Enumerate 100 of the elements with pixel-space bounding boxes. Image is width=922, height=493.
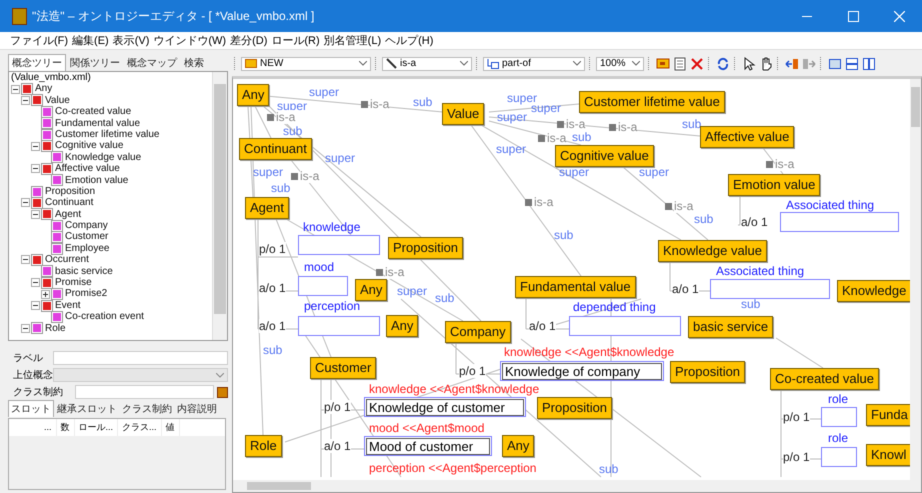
concept-node[interactable]: Cognitive value xyxy=(555,145,654,167)
field-label: 上位概念 xyxy=(13,368,53,382)
tab[interactable]: スロット xyxy=(8,400,54,417)
link-label: sub xyxy=(682,117,702,131)
tree-item[interactable]: Event xyxy=(55,300,81,312)
tree-item[interactable]: Co-creation event xyxy=(65,311,144,323)
concept-node[interactable]: Customer lifetime value xyxy=(579,91,725,113)
column-header[interactable]: ... xyxy=(40,419,57,436)
link-type-dropdown[interactable]: is-a xyxy=(382,56,472,70)
link-label: super xyxy=(639,165,670,179)
concept-node[interactable]: Emotion value xyxy=(728,174,820,196)
link-label: sub xyxy=(413,95,432,109)
tree-item[interactable]: Affective value xyxy=(55,163,120,175)
concept-node[interactable]: Value xyxy=(442,103,484,125)
concept-node[interactable]: Continuant xyxy=(239,138,312,160)
tab[interactable]: 内容説明 xyxy=(175,401,219,417)
cardinality-label: p/o 1 xyxy=(259,242,286,256)
concept-node[interactable]: Proposition xyxy=(537,397,612,419)
menu-item[interactable]: ファイル(F) xyxy=(10,33,68,48)
tree-item[interactable]: Customer lifetime value xyxy=(55,128,160,140)
menu-item[interactable]: ウインドウ(W) xyxy=(153,33,226,48)
concept-node[interactable]: Any xyxy=(355,279,388,301)
link-label: super xyxy=(497,110,528,124)
tree-item[interactable]: basic service xyxy=(55,266,113,278)
link-label: is-a xyxy=(300,169,320,183)
tree-item[interactable]: Emotion value xyxy=(65,174,128,186)
part-type-dropdown[interactable]: part-of xyxy=(483,56,585,70)
tree-item[interactable]: Agent xyxy=(55,208,82,220)
file-name: (Value_vmbo.xml) xyxy=(10,72,92,84)
concept-node[interactable]: Knowledge value xyxy=(658,240,768,262)
tree-item[interactable]: Fundamental value xyxy=(55,118,140,129)
concept-node[interactable]: Affective value xyxy=(700,126,794,148)
concept-node[interactable]: Any xyxy=(386,315,418,337)
concept-node[interactable]: Proposition xyxy=(388,237,464,259)
link-label: is-a xyxy=(618,120,638,134)
zoom-dropdown[interactable]: 100% xyxy=(596,56,644,70)
tree-item[interactable]: Continuant xyxy=(45,197,94,209)
tab[interactable]: 概念マップ xyxy=(124,55,180,71)
concept-node[interactable]: Proposition xyxy=(670,361,746,383)
link-label: super xyxy=(325,151,356,165)
link-label: sub xyxy=(435,291,454,305)
concept-node[interactable]: Company xyxy=(445,321,511,343)
cardinality-label: a/o 1 xyxy=(324,439,351,453)
concept-node[interactable]: Any xyxy=(502,435,534,457)
tree-item[interactable]: Promise2 xyxy=(65,288,108,300)
menu-item[interactable]: 別名管理(L) xyxy=(324,33,382,48)
concept-node[interactable]: Role xyxy=(245,435,282,457)
menu-item[interactable]: 編集(E) xyxy=(72,33,109,48)
tab[interactable]: 継承スロット xyxy=(55,401,119,417)
column-header[interactable]: ロール... xyxy=(74,419,118,436)
tab[interactable]: クラス制約 xyxy=(120,401,174,417)
tab[interactable]: 概念ツリー xyxy=(8,54,66,71)
concept-node[interactable]: Knowl xyxy=(866,444,910,466)
concept-node[interactable]: Agent xyxy=(245,197,289,219)
tree-item[interactable]: Role xyxy=(45,322,66,334)
cardinality-label: p/o 1 xyxy=(459,364,486,378)
role-label: role xyxy=(828,392,848,406)
tree-item[interactable]: Customer xyxy=(65,231,108,243)
inherited-slot-label: knowledge <<Agent$knowledge xyxy=(504,345,674,359)
cardinality-label: p/o 1 xyxy=(783,450,810,464)
cardinality-label: p/o 1 xyxy=(324,400,351,414)
menu-item[interactable]: 表示(V) xyxy=(112,33,150,48)
concept-node[interactable]: Co-created value xyxy=(770,368,879,390)
link-label: is-a xyxy=(385,265,404,279)
column-header[interactable]: 数 xyxy=(56,419,75,436)
tree-item[interactable]: Company xyxy=(65,220,108,232)
tree-item[interactable]: Occurrent xyxy=(45,254,89,266)
tab[interactable]: 関係ツリー xyxy=(67,55,123,71)
menu-item[interactable]: 差分(D) xyxy=(230,33,268,48)
tree-item[interactable]: Any xyxy=(35,83,52,95)
menu-item[interactable]: ヘルプ(H) xyxy=(385,33,434,48)
concept-node[interactable]: Fundamental value xyxy=(515,276,636,298)
concept-node[interactable]: Any xyxy=(237,84,270,106)
tree-item[interactable]: Co-created value xyxy=(55,106,132,118)
link-label: sub xyxy=(572,130,592,144)
concept-node[interactable]: basic service xyxy=(688,316,774,338)
tree-item[interactable]: Promise xyxy=(55,277,92,288)
link-label: sub xyxy=(599,462,618,476)
inherited-slot-label: knowledge <<Agent$knowledge xyxy=(369,382,540,396)
concept-node[interactable]: Funda xyxy=(866,404,910,426)
inherited-slot-label: perception <<Agent$perception xyxy=(369,461,536,475)
tree-item[interactable]: Value xyxy=(45,94,70,106)
concept-node[interactable]: Knowledge xyxy=(837,280,910,302)
inherited-slot-label: mood <<Agent$mood xyxy=(369,421,484,435)
link-label: is-a xyxy=(534,195,554,209)
cardinality-label: p/o 1 xyxy=(783,410,810,424)
cardinality-label: a/o 1 xyxy=(672,282,699,296)
tree-item[interactable]: Cognitive value xyxy=(55,140,124,152)
column-header[interactable]: 値 xyxy=(162,419,180,436)
node-type-dropdown[interactable]: NEW xyxy=(241,56,371,70)
tab[interactable]: 検索 xyxy=(181,55,207,71)
tree-item[interactable]: Proposition xyxy=(45,186,96,198)
menu-item[interactable]: ロール(R) xyxy=(271,33,320,48)
cardinality-label: a/o 1 xyxy=(259,319,286,333)
link-label: super xyxy=(309,85,340,99)
link-label: is-a xyxy=(775,157,794,171)
column-header[interactable]: クラス... xyxy=(118,419,162,436)
tree-item[interactable]: Knowledge value xyxy=(65,152,142,164)
tree-item[interactable]: Employee xyxy=(65,242,110,254)
concept-node[interactable]: Customer xyxy=(310,357,376,379)
